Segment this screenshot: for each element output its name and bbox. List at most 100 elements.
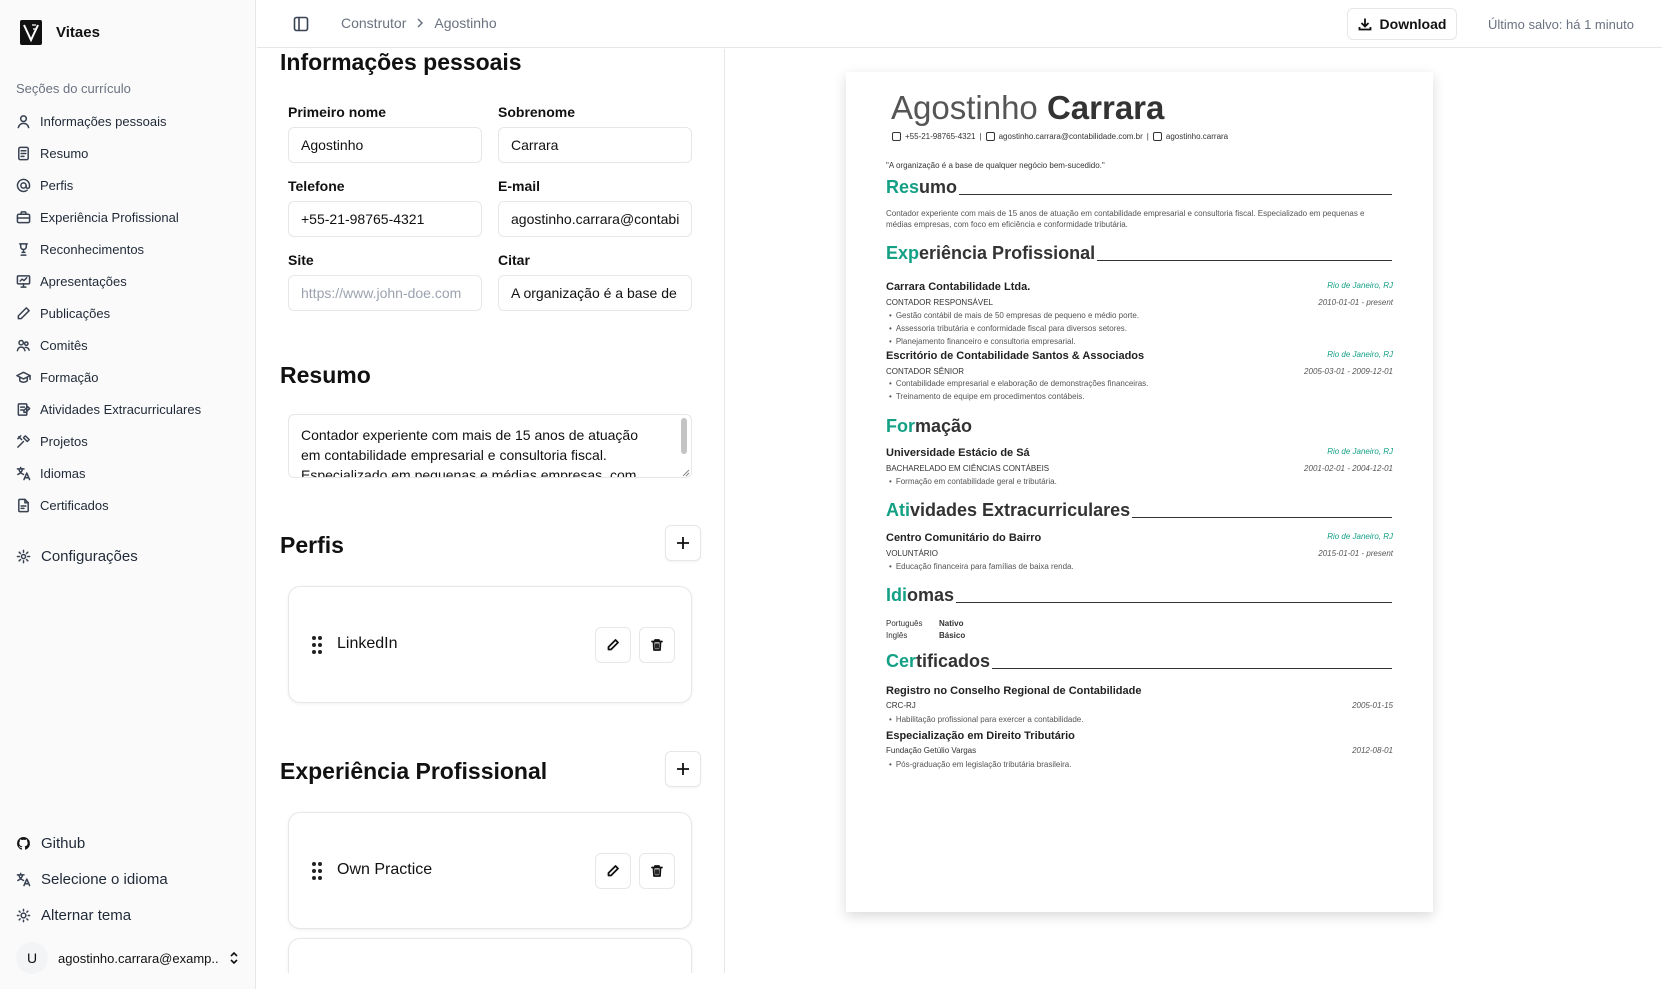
email-field[interactable] [498, 201, 692, 237]
profiles-title: Perfis [280, 532, 344, 558]
edit-experience-button[interactable] [595, 853, 631, 889]
breadcrumb-builder[interactable]: Construtor [341, 15, 406, 31]
sidebar-item-extracurricular[interactable]: Atividades Extracurriculares [16, 393, 240, 425]
resume-language-row: Português Nativo [886, 619, 963, 628]
language-selector[interactable]: Selecione o idioma [16, 861, 240, 897]
sidebar-item-label: Perfis [40, 177, 74, 193]
site-field[interactable] [288, 275, 482, 311]
heading-rule [1132, 517, 1392, 518]
sidebar-item-summary[interactable]: Resumo [16, 137, 240, 169]
theme-toggle[interactable]: Alternar tema [16, 897, 240, 933]
summary-textarea[interactable]: Contador experiente com mais de 15 anos … [288, 414, 692, 478]
user-email: agostinho.carrara@examp... [58, 950, 218, 966]
sidebar-item-publications[interactable]: Publicações [16, 297, 240, 329]
heading-accent: Cer [886, 651, 917, 671]
last-name-label: Sobrenome [498, 104, 576, 120]
resume-contacts: +55-21-98765-4321 | agostinho.carrara@co… [892, 132, 1228, 141]
last-name-field[interactable] [498, 127, 692, 163]
language-name: Inglês [886, 631, 908, 640]
heading-rest: eriência Profissional [919, 243, 1096, 263]
experience-name: Own Practice [337, 861, 433, 878]
drag-handle-icon[interactable] [311, 635, 323, 655]
heading-rest: umo [919, 177, 958, 197]
languages-icon [16, 872, 31, 886]
sidebar-item-committees[interactable]: Comitês [16, 329, 240, 361]
user-icon [17, 114, 30, 128]
sidebar-toggle-icon[interactable] [293, 16, 309, 32]
last-saved-status: Último salvo: há 1 minuto [1488, 17, 1634, 32]
vitaes-logo-icon [20, 20, 42, 45]
sidebar-item-languages[interactable]: Idiomas [16, 457, 240, 489]
add-profile-button[interactable] [665, 525, 701, 561]
resize-handle-icon[interactable] [681, 468, 690, 477]
sidebar-item-education[interactable]: Formação [16, 361, 240, 393]
gear-icon [16, 549, 31, 563]
sidebar-item-awards[interactable]: Reconhecimentos [16, 233, 240, 265]
resume-summary-heading: Res umo [886, 177, 1392, 198]
download-button[interactable]: Download [1347, 8, 1457, 40]
heading-accent: Ati [886, 500, 910, 520]
clipboard-icon [17, 402, 31, 416]
profile-card[interactable]: LinkedIn [288, 586, 692, 703]
resume-last-name: Carrara [1046, 89, 1165, 126]
personal-info-title: Informações pessoais [280, 49, 522, 75]
experience-card-next[interactable] [288, 938, 692, 973]
sidebar-item-label: Publicações [40, 305, 111, 321]
email-label: E-mail [498, 178, 541, 194]
linkedin-icon [1152, 132, 1162, 141]
tools-icon [17, 434, 30, 448]
editor-panel[interactable]: Informações pessoais Primeiro nome Sobre… [257, 49, 725, 973]
chevron-up-down-icon [230, 951, 238, 965]
quote-field[interactable] [498, 275, 692, 311]
languages-icon [16, 466, 31, 480]
trash-icon [651, 865, 663, 877]
sidebar-item-settings[interactable]: Configurações [16, 540, 138, 572]
resume-page: Agostinho Carrara +55-21-98765-4321 | ag… [846, 72, 1433, 912]
sun-icon [16, 908, 31, 922]
sidebar-item-experience[interactable]: Experiência Profissional [16, 201, 240, 233]
add-experience-button[interactable] [665, 751, 701, 787]
brand[interactable]: Vitaes [20, 20, 100, 45]
drag-handle-icon[interactable] [311, 861, 323, 881]
sidebar-item-label: Resumo [40, 145, 89, 161]
sidebar-item-certificates[interactable]: Certificados [16, 489, 240, 521]
resume-exp-bullet: Gestão contábil de mais de 50 empresas d… [889, 311, 1139, 320]
mail-icon [985, 132, 995, 141]
quote-label: Citar [498, 252, 530, 268]
delete-profile-button[interactable] [639, 627, 675, 663]
language-label: Selecione o idioma [41, 870, 168, 888]
sidebar-item-label: Reconhecimentos [40, 241, 145, 257]
sidebar-item-label: Formação [40, 369, 99, 385]
contact-separator: | [1146, 132, 1149, 141]
phone-icon [892, 132, 901, 141]
sidebar-item-presentations[interactable]: Apresentações [16, 265, 240, 297]
resume-cert-name: Registro no Conselho Regional de Contabi… [886, 685, 1142, 697]
first-name-field[interactable] [288, 127, 482, 163]
resume-phone: +55-21-98765-4321 [905, 132, 976, 141]
resume-cert-date: 2012-08-01 [1352, 746, 1393, 755]
heading-accent: For [886, 416, 915, 436]
language-level: Básico [939, 631, 966, 640]
experience-card[interactable]: Own Practice [288, 812, 692, 929]
github-icon [17, 836, 30, 850]
settings-label: Configurações [41, 547, 138, 565]
first-name-label: Primeiro nome [288, 104, 387, 120]
github-link[interactable]: Github [16, 825, 240, 861]
delete-experience-button[interactable] [639, 853, 675, 889]
sidebar-item-personal-info[interactable]: Informações pessoais [16, 105, 240, 137]
summary-scrollbar[interactable] [681, 418, 687, 454]
plus-icon [677, 763, 689, 775]
phone-field[interactable] [288, 201, 482, 237]
language-level: Nativo [939, 619, 964, 628]
heading-rule [959, 194, 1392, 195]
resume-extra-location: Rio de Janeiro, RJ [1327, 532, 1393, 541]
sidebar-item-profiles[interactable]: Perfis [16, 169, 240, 201]
resume-edu-role: BACHARELADO EM CIÊNCIAS CONTÁBEIS [886, 464, 1050, 473]
resume-exp-bullet: Contabilidade empresarial e elaboração d… [889, 379, 1149, 388]
edit-profile-button[interactable] [595, 627, 631, 663]
contact-separator: | [979, 132, 982, 141]
sidebar-item-projects[interactable]: Projetos [16, 425, 240, 457]
user-menu[interactable]: U agostinho.carrara@examp... [16, 942, 240, 974]
site-label: Site [288, 252, 314, 268]
resume-extra-dates: 2015-01-01 - present [1318, 549, 1393, 558]
